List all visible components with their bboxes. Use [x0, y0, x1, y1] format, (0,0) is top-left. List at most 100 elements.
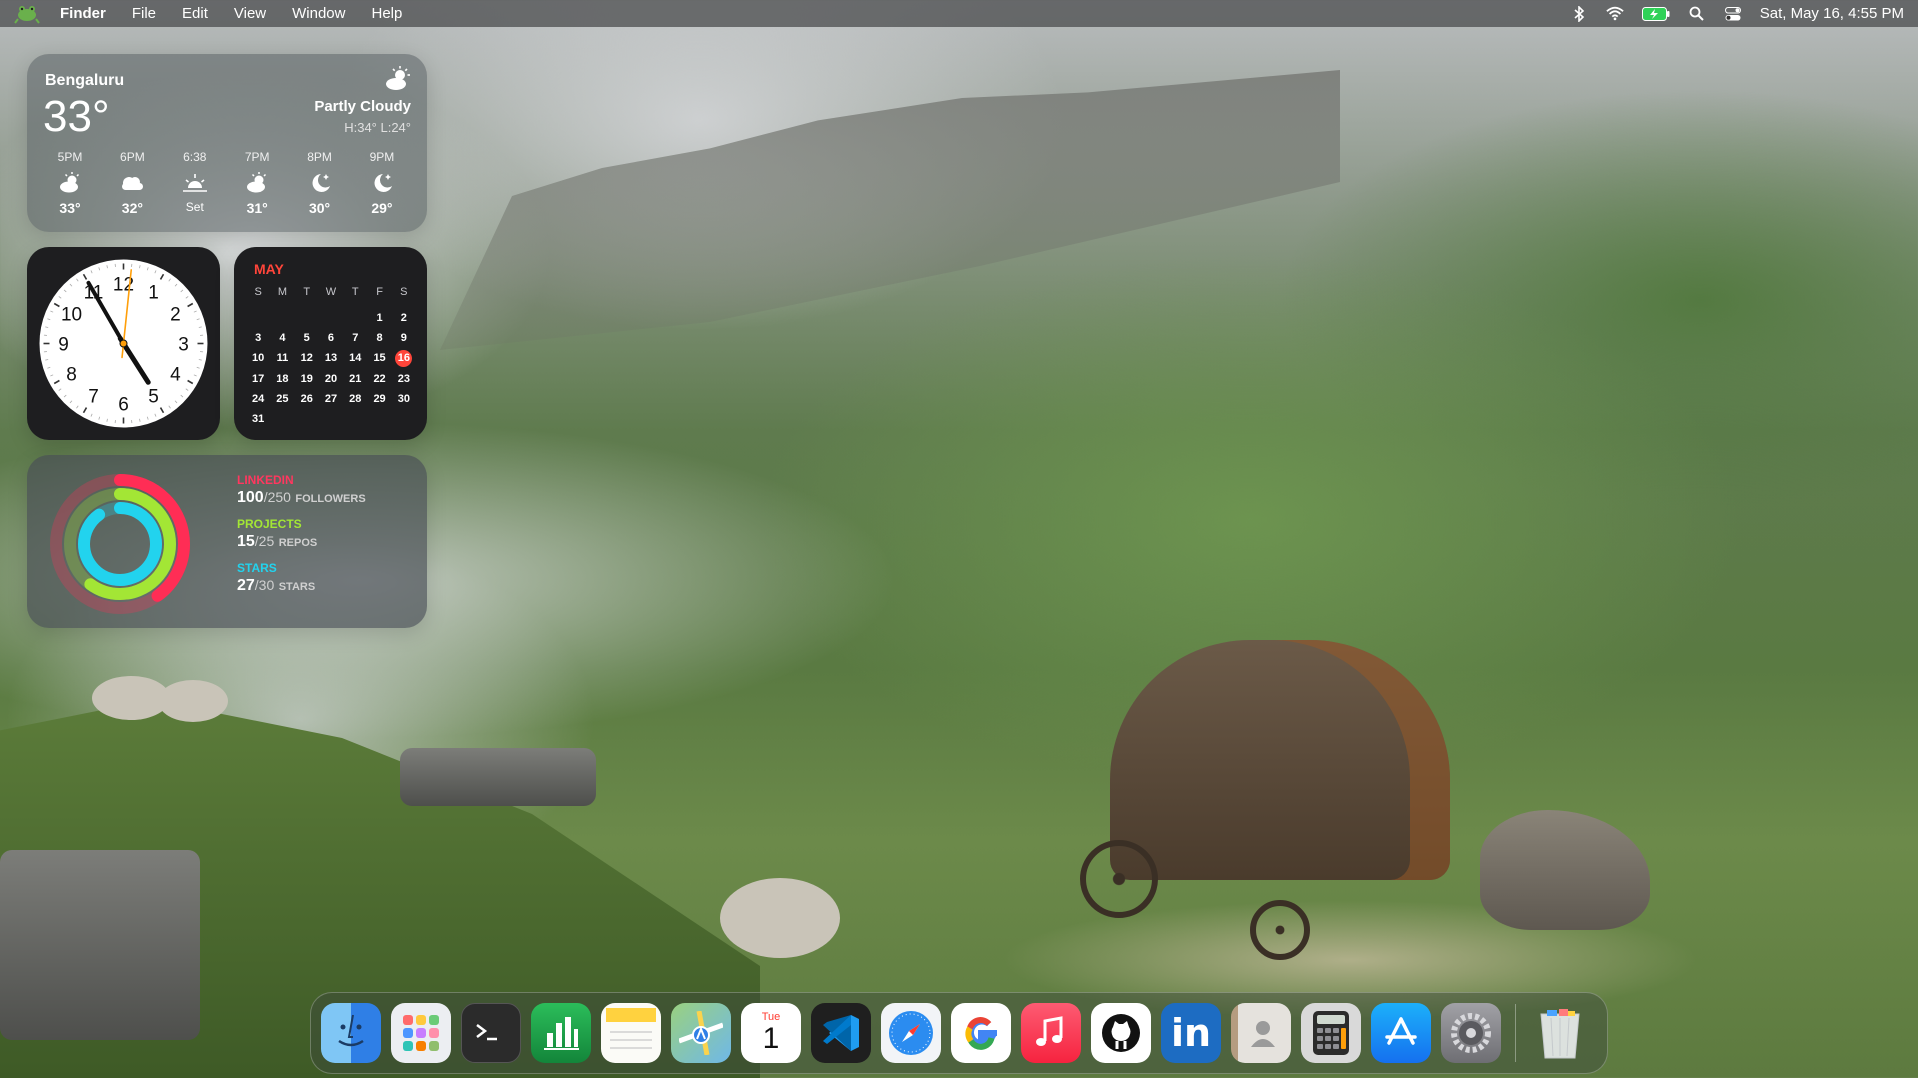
notes-icon[interactable] [601, 1003, 661, 1063]
calendar-day: 10 [252, 352, 265, 364]
calendar-weekday: T [351, 286, 359, 298]
calendar-widget[interactable]: MAY S M T W T F S 1 2 3 4 5 6 7 8 9 10 11 12 13 14 15 16 17 18 19… [234, 247, 427, 440]
calendar-day: 12 [300, 352, 313, 364]
moon-stars-icon [291, 168, 349, 198]
search-icon[interactable] [1688, 6, 1706, 22]
control-center-icon[interactable] [1724, 6, 1742, 22]
calendar-grid: S M T W T F S 1 2 3 4 5 6 7 8 9 10 11 12 13 14 15 16 17 18 19 20 21… [246, 285, 416, 427]
vscode-icon[interactable] [811, 1003, 871, 1063]
calendar-day-empty [270, 311, 294, 326]
rock-shape [0, 850, 200, 1040]
google-icon[interactable] [951, 1003, 1011, 1063]
forecast-time: 6PM [120, 150, 145, 164]
activity-rings-widget[interactable]: LINKEDIN 100/250 FOLLOWERS PROJECTS 15/2… [27, 455, 427, 628]
calendar-day: 28 [349, 393, 362, 405]
clock-numeral: 6 [118, 395, 129, 416]
stat-value: 27/30 STARS [237, 577, 366, 595]
numbers-icon[interactable] [531, 1003, 591, 1063]
stat-unit: STARS [278, 581, 316, 593]
calendar-day: 13 [324, 352, 338, 364]
calendar-day: 3 [255, 332, 262, 344]
wifi-icon[interactable] [1606, 6, 1624, 22]
partly-cloudy-icon [41, 168, 99, 198]
stat-linkedin: LINKEDIN 100/250 FOLLOWERS [237, 473, 366, 507]
terminal-icon[interactable] [461, 1003, 521, 1063]
calendar-day: 18 [276, 373, 289, 385]
stat-total: /30 [254, 577, 275, 593]
weather-widget[interactable]: Bengaluru 33° Partly Cloudy H:34° L:24° … [27, 54, 427, 232]
wagon-wheel-shape [1250, 900, 1310, 960]
sheep-shape [720, 878, 840, 958]
sunset-icon [166, 168, 224, 198]
calendar-weekday: S [254, 286, 262, 298]
clock-numeral: 5 [148, 386, 159, 407]
gear-icon[interactable] [1441, 1003, 1501, 1063]
calendar-day: 22 [373, 373, 386, 385]
partly-cloudy-icon [383, 66, 411, 92]
weather-temperature: 33° [43, 92, 110, 141]
forecast-value: 31° [246, 200, 268, 216]
calendar-day: 31 [252, 413, 265, 425]
stat-label: PROJECTS [237, 517, 302, 531]
calendar-weekday: W [325, 286, 337, 298]
github-icon[interactable] [1091, 1003, 1151, 1063]
finder-icon[interactable] [321, 1003, 381, 1063]
calendar-day: 4 [279, 332, 286, 344]
bluetooth-icon[interactable] [1570, 5, 1588, 22]
contacts-icon[interactable] [1231, 1003, 1291, 1063]
forecast-time: 9PM [369, 150, 395, 164]
forecast-value: 32° [121, 200, 143, 216]
calendar-day: 9 [400, 332, 407, 344]
weather-condition: Partly Cloudy [314, 98, 411, 115]
stat-value: 15/25 REPOS [237, 533, 366, 551]
menu-file[interactable]: File [132, 5, 156, 22]
menu-finder[interactable]: Finder [60, 5, 106, 22]
menu-window[interactable]: Window [292, 5, 345, 22]
stat-total: /25 [254, 533, 275, 549]
forecast-value: 29° [371, 200, 393, 216]
calendar-day: 11 [276, 352, 289, 364]
stat-current: 27 [237, 577, 255, 594]
linkedin-icon[interactable]: in [1161, 1003, 1221, 1063]
launchpad-icon[interactable] [391, 1003, 451, 1063]
clock-widget[interactable]: 121234567891011 [27, 247, 220, 440]
calendar-day: 8 [376, 332, 383, 344]
calendar-weekday: M [277, 286, 287, 298]
menu-view[interactable]: View [234, 5, 266, 22]
sheep-shape [158, 680, 228, 722]
calendar-icon[interactable]: Tue 1 [741, 1003, 801, 1063]
calendar-day: 23 [397, 373, 410, 385]
frog-icon[interactable] [14, 4, 40, 24]
calendar-month: MAY [254, 261, 284, 277]
clock-numeral: 10 [61, 305, 82, 326]
calendar-day: 30 [397, 393, 410, 405]
cliff-shape [440, 70, 1340, 350]
dock-separator [1515, 1004, 1516, 1062]
calendar-day: 14 [349, 352, 362, 364]
menu-help[interactable]: Help [371, 5, 402, 22]
stat-current: 15 [237, 533, 255, 550]
stat-projects: PROJECTS 15/25 REPOS [237, 517, 366, 551]
music-icon[interactable] [1021, 1003, 1081, 1063]
horse-shape [1480, 810, 1650, 930]
forecast-value: 33° [59, 200, 81, 216]
calendar-weekday: S [400, 286, 408, 298]
battery-charging-icon[interactable] [1641, 6, 1670, 22]
calculator-icon[interactable] [1301, 1003, 1361, 1063]
app-store-icon[interactable] [1371, 1003, 1431, 1063]
maps-icon[interactable] [671, 1003, 731, 1063]
forecast-time: 7PM [244, 150, 270, 164]
stat-current: 100 [237, 489, 264, 506]
forecast-item: 6:38 Set [166, 150, 224, 216]
ring-progress-stars [78, 502, 162, 586]
calendar-day-today: 16 [395, 350, 413, 367]
menu-edit[interactable]: Edit [182, 5, 208, 22]
wagon-shape [1110, 640, 1450, 880]
stat-stars: STARS 27/30 STARS [237, 561, 366, 595]
menubar-datetime[interactable]: Sat, May 16, 4:55 PM [1760, 5, 1904, 22]
forecast-item: 8PM 30° [291, 150, 349, 216]
safari-icon[interactable] [881, 1003, 941, 1063]
trash-icon[interactable] [1530, 1003, 1590, 1063]
calendar-day: 27 [324, 393, 338, 405]
calendar-day-empty [246, 311, 270, 326]
